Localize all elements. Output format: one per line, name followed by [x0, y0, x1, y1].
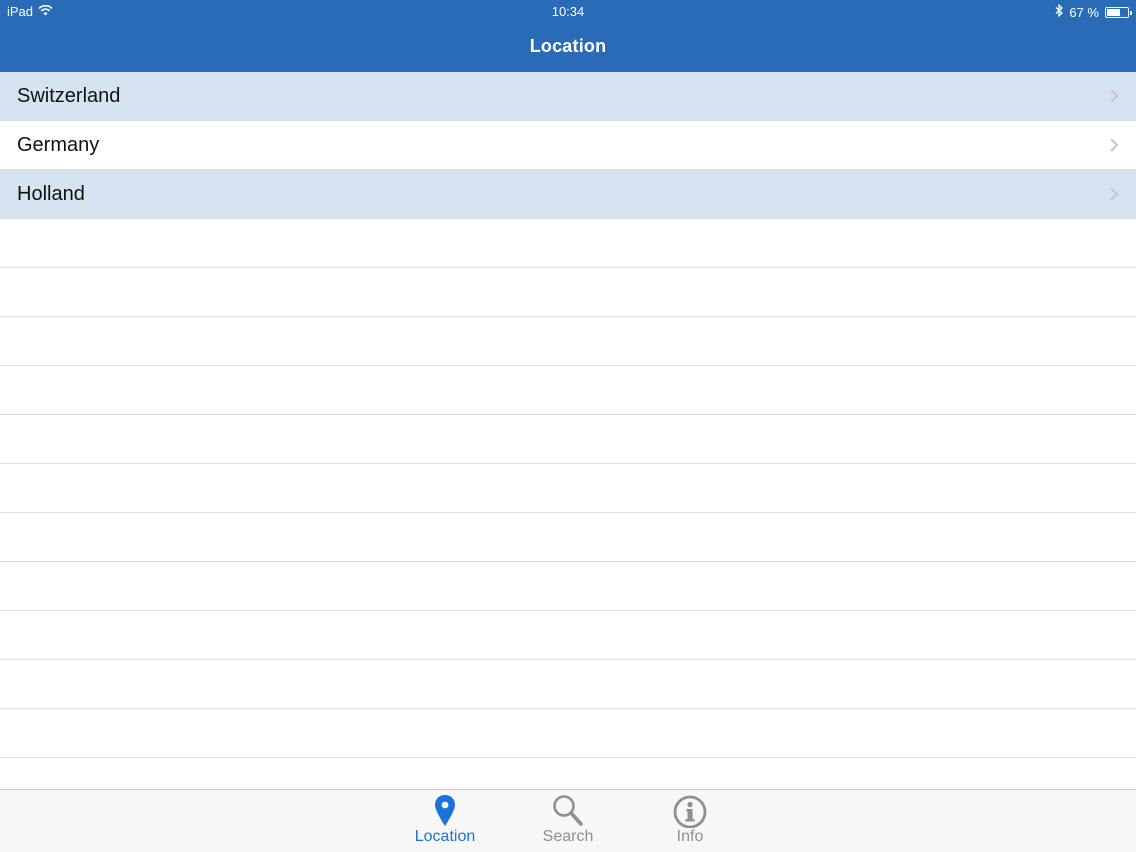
tab-search[interactable]: Search: [523, 794, 613, 850]
list-item-label: Germany: [17, 133, 100, 156]
tab-bar: Location Search Info: [0, 789, 1136, 852]
empty-row: [0, 268, 1136, 317]
empty-row: [0, 513, 1136, 562]
navigation-header: iPad 10:34 67 % Location: [0, 0, 1136, 72]
search-icon: [553, 795, 583, 826]
empty-row: [0, 562, 1136, 611]
tab-location[interactable]: Location: [400, 794, 490, 850]
battery-icon: [1105, 6, 1132, 18]
country-list: Switzerland Germany Holland: [0, 72, 1136, 789]
list-item[interactable]: Germany: [0, 121, 1136, 170]
list-item[interactable]: Holland: [0, 170, 1136, 219]
list-item-label: Holland: [17, 182, 85, 205]
empty-row: [0, 219, 1136, 268]
tab-search-label: Search: [542, 828, 594, 845]
empty-row: [0, 366, 1136, 415]
empty-row: [0, 758, 1136, 789]
page-title: Location: [529, 36, 607, 56]
battery-percent: 67 %: [1069, 4, 1099, 20]
info-icon: [673, 795, 707, 828]
status-right: 67 %: [1055, 3, 1132, 20]
tab-location-label: Location: [414, 828, 476, 845]
status-time: 10:34: [551, 4, 585, 19]
empty-row: [0, 415, 1136, 464]
chevron-right-icon: [1110, 138, 1119, 152]
tab-info-label: Info: [676, 828, 704, 845]
tab-info[interactable]: Info: [645, 794, 735, 850]
chevron-right-icon: [1110, 187, 1119, 201]
empty-row: [0, 709, 1136, 758]
chevron-right-icon: [1110, 89, 1119, 103]
map-pin-icon: [435, 795, 455, 826]
list-item-label: Switzerland: [17, 84, 121, 107]
empty-row: [0, 660, 1136, 709]
empty-row: [0, 464, 1136, 513]
empty-row: [0, 317, 1136, 366]
bluetooth-icon: [1055, 3, 1064, 20]
status-bar: iPad 10:34 67 %: [0, 0, 1136, 24]
empty-row: [0, 611, 1136, 660]
list-item[interactable]: Switzerland: [0, 72, 1136, 121]
